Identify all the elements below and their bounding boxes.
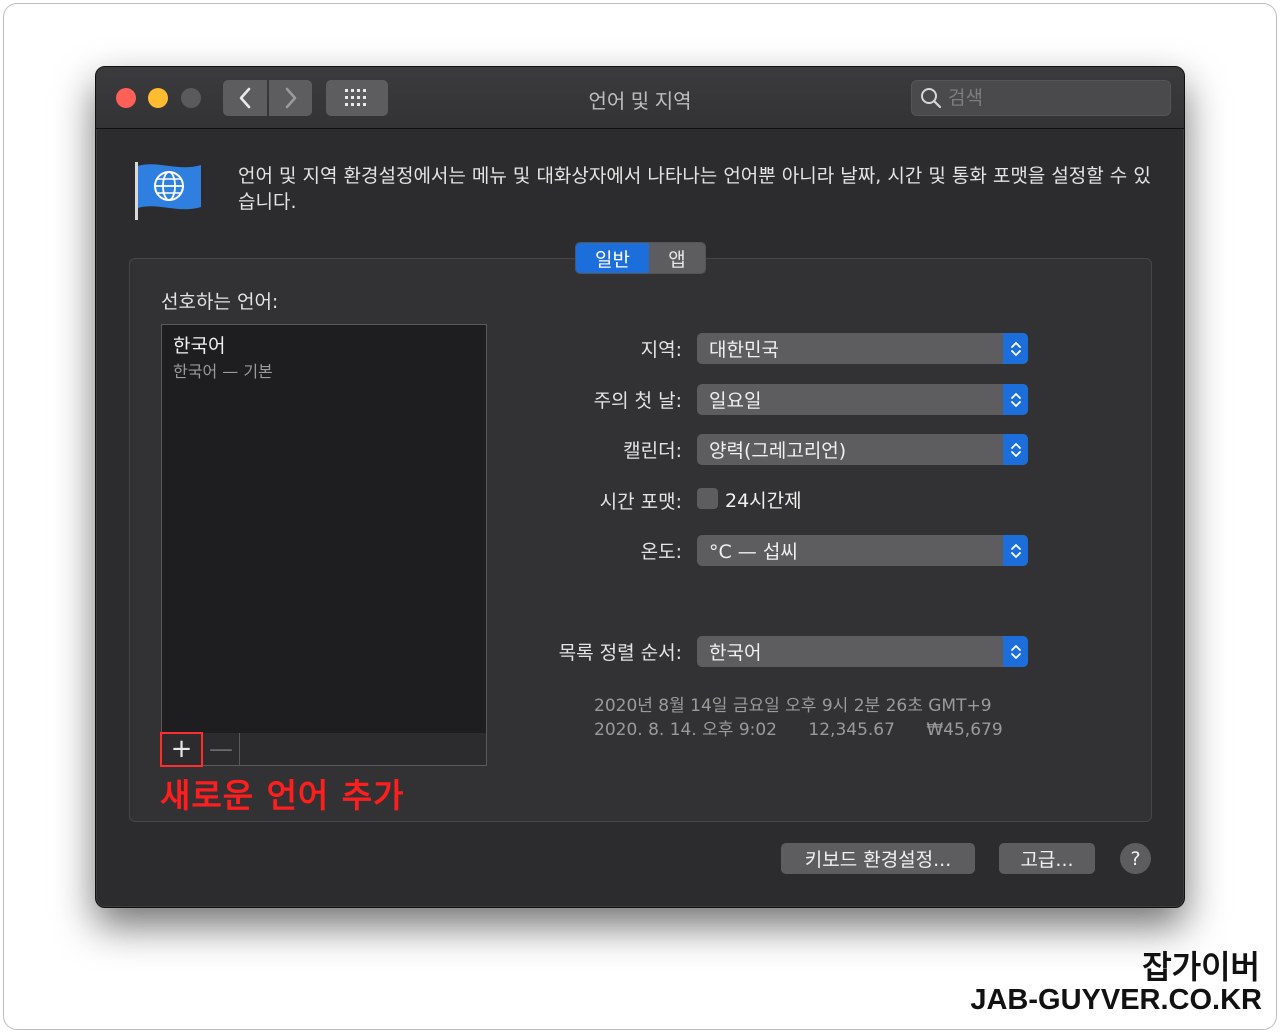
- calendar-select[interactable]: 양력(그레고리언): [697, 434, 1028, 465]
- first-day-value: 일요일: [709, 390, 762, 412]
- search-field[interactable]: [911, 80, 1171, 116]
- language-list-toolbar: + —: [161, 733, 487, 766]
- date-sample-short: 2020. 8. 14. 오후 9:02: [594, 720, 777, 740]
- help-button[interactable]: ?: [1120, 843, 1151, 874]
- title-bar: 언어 및 지역: [96, 67, 1184, 129]
- first-day-select[interactable]: 일요일: [697, 384, 1028, 415]
- tab-apps[interactable]: 앱: [649, 243, 705, 273]
- format-sample-short: 2020. 8. 14. 오후 9:02 12,345.67 ₩45,679: [594, 715, 1003, 740]
- updown-chevron-icon: [1003, 434, 1028, 465]
- updown-chevron-icon: [1003, 535, 1028, 566]
- watermark-url: JAB-GUYVER.CO.KR: [970, 984, 1262, 1016]
- 24-hour-checkbox[interactable]: [697, 488, 718, 509]
- advanced-button[interactable]: 고급...: [999, 843, 1095, 874]
- updown-chevron-icon: [1003, 333, 1028, 364]
- tab-general[interactable]: 일반: [576, 243, 649, 273]
- remove-language-button[interactable]: —: [203, 733, 240, 765]
- language-region-flag-icon: [135, 162, 201, 220]
- temperature-value: °C — 섭씨: [709, 541, 798, 563]
- sort-order-label: 목록 정렬 순서:: [558, 642, 682, 664]
- 24-hour-checkbox-label[interactable]: 24시간제: [725, 486, 802, 513]
- updown-chevron-icon: [1003, 384, 1028, 415]
- language-item-subtitle: 한국어 — 기본: [173, 362, 273, 381]
- calendar-label: 캘린더:: [623, 440, 682, 462]
- watermark-korean: 잡가이버: [1142, 948, 1260, 986]
- tab-bar: 일반 앱: [575, 242, 706, 274]
- temperature-label: 온도:: [640, 541, 682, 563]
- sort-order-value: 한국어: [709, 642, 762, 664]
- first-day-label: 주의 첫 날:: [593, 390, 682, 412]
- date-format-sample-long: 2020년 8월 14일 금요일 오후 9시 2분 26초 GMT+9: [594, 696, 992, 716]
- currency-sample: ₩45,679: [926, 720, 1003, 740]
- time-format-label: 시간 포맷:: [599, 491, 682, 513]
- search-icon: [921, 88, 942, 109]
- preferred-languages-label: 선호하는 언어:: [161, 291, 279, 313]
- pane-description: 언어 및 지역 환경설정에서는 메뉴 및 대화상자에서 나타나는 언어뿐 아니라…: [238, 165, 1151, 213]
- language-item-name[interactable]: 한국어: [173, 331, 225, 358]
- region-label: 지역:: [640, 339, 682, 361]
- region-select[interactable]: 대한민국: [697, 333, 1028, 364]
- keyboard-preferences-button[interactable]: 키보드 환경설정...: [781, 843, 975, 874]
- sort-order-select[interactable]: 한국어: [697, 636, 1028, 667]
- search-input[interactable]: [948, 84, 1163, 112]
- annotation-text: 새로운 언어 추가: [160, 776, 405, 815]
- number-sample: 12,345.67: [808, 720, 895, 740]
- temperature-select[interactable]: °C — 섭씨: [697, 535, 1028, 566]
- annotation-highlight-box: [160, 732, 203, 767]
- system-preferences-window: 언어 및 지역 언어 및 지역 환경설정에서는 메뉴 및 대화상자에서 나타나는…: [95, 66, 1185, 908]
- updown-chevron-icon: [1003, 636, 1028, 667]
- region-value: 대한민국: [709, 339, 779, 361]
- calendar-value: 양력(그레고리언): [709, 440, 847, 462]
